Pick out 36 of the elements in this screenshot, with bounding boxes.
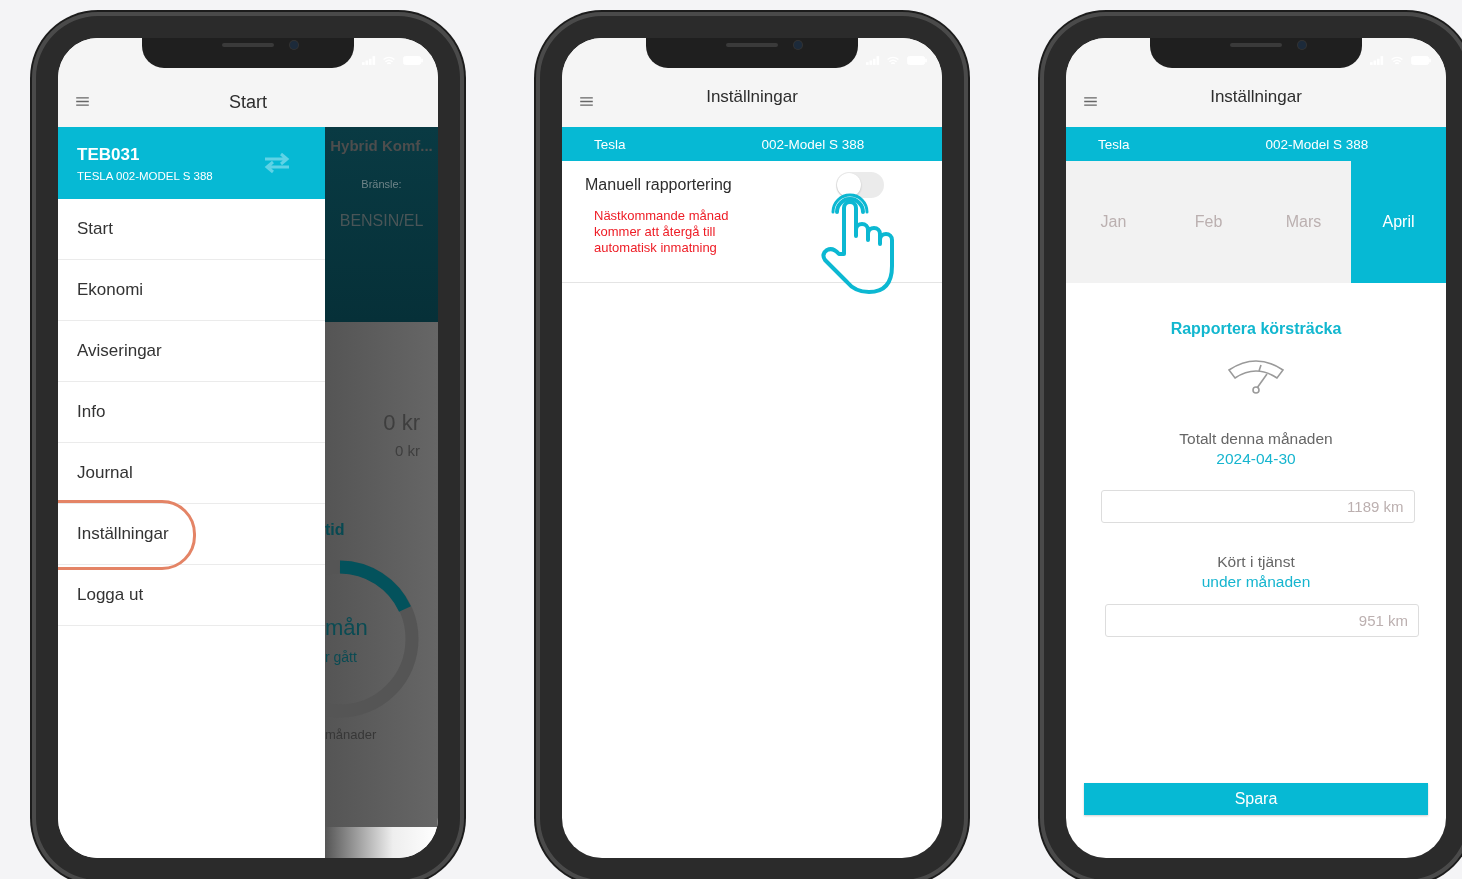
vehicle-header[interactable]: TEB031 TESLA 002-MODEL S 388 xyxy=(58,127,325,199)
vehicle-model: 002-Model S 388 xyxy=(1265,136,1369,152)
menu-item[interactable]: Inställningar xyxy=(58,504,325,565)
section-heading: Rapportera körsträcka xyxy=(1170,320,1342,338)
vehicle-make: Tesla xyxy=(1098,136,1130,152)
save-button[interactable]: Spara xyxy=(1084,783,1428,815)
ring-value: mån xyxy=(325,615,368,641)
field-label: Kört i tjänst xyxy=(1217,553,1295,571)
ring-caption: r gått xyxy=(325,649,357,665)
card-title: Hybrid Komf... xyxy=(330,137,433,154)
month-tab[interactable]: Feb xyxy=(1161,161,1256,283)
month-tab[interactable]: April xyxy=(1351,161,1446,283)
gauge-icon xyxy=(1227,358,1285,394)
toggle-switch[interactable] xyxy=(836,172,884,198)
menu-icon[interactable] xyxy=(1084,97,1097,106)
fuel-value: BENSIN/EL xyxy=(339,212,424,230)
menu-icon[interactable] xyxy=(76,97,89,106)
screen-title: Inställningar xyxy=(1210,87,1302,107)
distance-field[interactable]: 1189 km xyxy=(1100,490,1415,523)
menu-icon[interactable] xyxy=(580,97,593,106)
vehicle-model: 002-Model S 388 xyxy=(761,136,865,152)
vehicle-make: Tesla xyxy=(594,136,626,152)
field-label: Totalt denna månaden xyxy=(1179,430,1333,448)
warning-note: Nästkommande månad kommer att återgå till automatisk inmatning xyxy=(594,208,730,256)
screen-title: Inställningar xyxy=(706,87,798,107)
month-tab[interactable]: Jan xyxy=(1066,161,1161,283)
field-date: 2024-04-30 xyxy=(1216,450,1296,468)
field-caption: under månaden xyxy=(1201,573,1311,591)
section-title: tid xyxy=(325,521,345,539)
month-tab[interactable]: Mars xyxy=(1256,161,1351,283)
fuel-label: Bränsle: xyxy=(361,178,402,190)
setting-label: Manuell rapportering xyxy=(585,176,732,194)
vehicle-name: TESLA 002-MODEL S 388 xyxy=(77,169,213,182)
screen-title: Start xyxy=(229,92,267,113)
distance-field[interactable]: 951 km xyxy=(1105,604,1419,637)
vehicle-code: TEB031 xyxy=(77,144,141,165)
